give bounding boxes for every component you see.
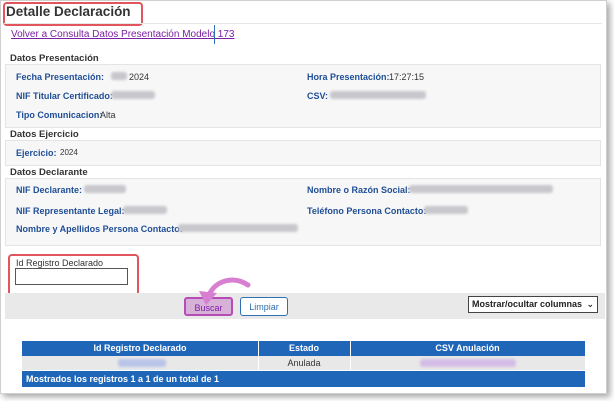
column-header[interactable]: CSV Anulación: [350, 341, 585, 356]
hora-value: 17:27:15: [389, 72, 425, 82]
section-title-declarante: Datos Declarante: [10, 167, 88, 178]
column-header[interactable]: Id Registro Declarado: [22, 341, 258, 356]
ejercicio-value: 2024: [60, 148, 78, 157]
table-footer: Mostrados los registros 1 a 1 de un tota…: [22, 371, 585, 387]
redacted-value: [123, 206, 167, 214]
redacted-value: [330, 91, 426, 99]
contacto-label: Nombre y Apellidos Persona Contacto:: [16, 224, 183, 234]
redacted-value: [84, 185, 126, 193]
table-info: Mostrados los registros 1 a 1 de un tota…: [26, 374, 220, 384]
redacted-value: [409, 185, 553, 193]
csv-label: CSV:: [307, 91, 329, 101]
chevron-down-icon: ⌄: [586, 299, 594, 309]
estado-cell: Anulada: [287, 358, 321, 368]
nif-representante-label: NIF Representante Legal:: [16, 206, 125, 216]
fecha-value: 2024: [129, 72, 150, 82]
nif-declarante-label: NIF Declarante:: [16, 185, 83, 195]
nif-titular-label: NIF Titular Certificado:: [16, 91, 113, 101]
columns-select-label: Mostrar/ocultar columnas: [472, 299, 583, 309]
link-separator: [214, 25, 215, 44]
section-title-ejercicio: Datos Ejercicio: [10, 129, 79, 140]
columns-select[interactable]: Mostrar/ocultar columnas ⌄: [468, 296, 598, 313]
table-row[interactable]: Anulada: [22, 356, 585, 370]
divider: [4, 23, 602, 24]
redacted-value: [111, 91, 155, 99]
page-title: Detalle Declaración: [6, 4, 131, 19]
ejercicio-label: Ejercicio:: [16, 148, 57, 158]
table-header: Id Registro Declarado Estado CSV Anulaci…: [22, 341, 585, 356]
search-highlight: Id Registro Declarado: [8, 254, 139, 297]
redacted-value: [424, 206, 468, 214]
panel-ejercicio: [5, 140, 601, 166]
curved-arrow-icon: [199, 277, 251, 305]
search-label: Id Registro Declarado: [16, 258, 104, 268]
fecha-label: Fecha Presentación:: [16, 72, 105, 82]
tipo-label: Tipo Comunicacion:: [16, 110, 103, 120]
redacted-value: [111, 72, 127, 80]
hora-label: Hora Presentación:: [307, 72, 390, 82]
telefono-label: Teléfono Persona Contacto:: [307, 206, 427, 216]
redacted-value: [178, 224, 298, 232]
redacted-value: [118, 359, 166, 367]
redacted-value: [420, 359, 516, 367]
nombre-razon-label: Nombre o Razón Social:: [307, 185, 411, 195]
section-title-presentacion: Datos Presentación: [10, 53, 99, 64]
id-registro-input[interactable]: [15, 268, 128, 285]
back-link[interactable]: Volver a Consulta Datos Presentación Mod…: [11, 29, 234, 40]
column-header[interactable]: Estado: [258, 341, 350, 356]
tipo-value: Alta: [100, 110, 116, 120]
